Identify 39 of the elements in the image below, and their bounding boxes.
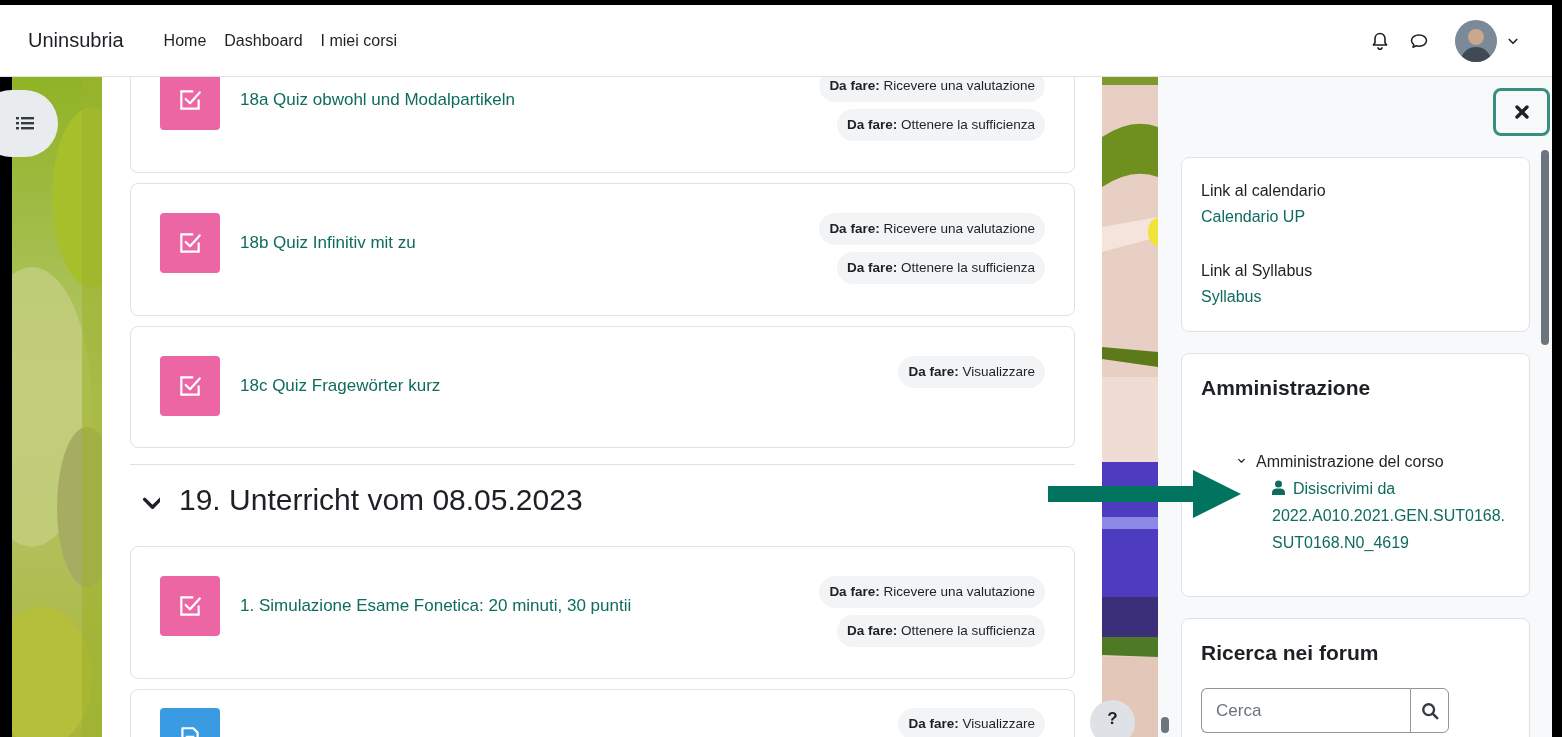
nav-link[interactable]: Home (163, 31, 207, 50)
search-button[interactable] (1410, 688, 1449, 733)
link-label: Link al calendario (1201, 181, 1326, 201)
completion-status: Da fare: Visualizzare (898, 356, 1045, 388)
completion-status: Da fare: Ricevere una valutazione (819, 213, 1045, 245)
block-heading: Amministrazione (1201, 375, 1371, 401)
activity-link[interactable]: 18c Quiz Fragewörter kurz (240, 356, 899, 416)
close-icon (1514, 105, 1529, 119)
completion-status: Da fare: Ottenere la sufficienza (836, 615, 1045, 647)
section-heading: 19. Unterricht vom 08.05.2023 (179, 483, 583, 517)
checkbox-icon (160, 356, 220, 416)
nav-link[interactable]: I miei corsi (320, 31, 398, 50)
activity-link[interactable]: 1. Simulazione Esame Fonetica: 20 minuti, 30 puntii (240, 576, 820, 636)
scrollbar[interactable] (1161, 717, 1169, 733)
search-icon (1420, 701, 1439, 720)
completion-status: Da fare: Ottenere la sufficienza (836, 109, 1045, 141)
completion-status: Da fare: Visualizzare (898, 708, 1045, 737)
activity-link[interactable]: 18a Quiz obwohl und Modalpartikeln (240, 77, 820, 130)
link-label: Link al Syllabus (1201, 261, 1313, 281)
block-link[interactable]: Calendario UP (1201, 204, 1306, 230)
scrollbar[interactable] (1541, 150, 1549, 345)
completion-status: Da fare: Ottenere la sufficienza (836, 252, 1045, 284)
block-heading: Ricerca nei forum (1201, 640, 1379, 666)
nav-link[interactable]: Dashboard (224, 31, 303, 50)
list-icon (16, 115, 34, 132)
block-link[interactable]: Syllabus (1201, 284, 1262, 310)
completion-status: Da fare: Ricevere una valutazione (819, 77, 1045, 102)
completion-status: Da fare: Ricevere una valutazione (819, 576, 1045, 608)
bell-icon[interactable] (1370, 30, 1390, 51)
activity-link[interactable]: 18b Quiz Infinitiv mit zu (240, 213, 820, 273)
checkbox-icon (160, 576, 220, 636)
user-icon (1272, 480, 1285, 495)
close-button[interactable] (1493, 88, 1550, 136)
avatar[interactable] (1455, 19, 1497, 62)
tree-node[interactable]: Amministrazione del corso (1256, 449, 1444, 475)
unenrol-link[interactable]: Disiscrivimi da 2022.A010.2021.GEN.SUT0168.SUT0168.N0_4619 (1272, 475, 1510, 556)
site-name[interactable]: Uninsubria (28, 29, 124, 52)
search-field[interactable]: Cerca (1201, 688, 1410, 733)
checkbox-icon (160, 213, 220, 273)
